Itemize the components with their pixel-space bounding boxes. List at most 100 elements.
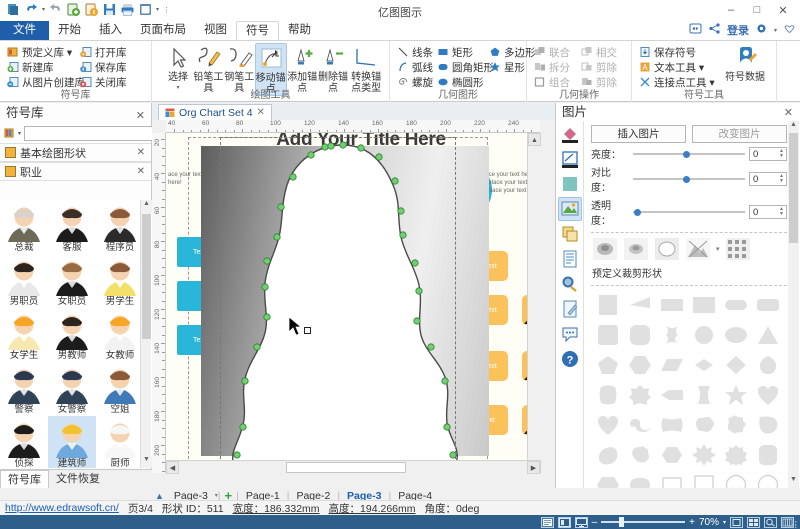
crop-remove-bg-icon[interactable] bbox=[685, 237, 711, 261]
theme-color-icon[interactable] bbox=[558, 172, 582, 196]
scrollbar-thumb[interactable] bbox=[286, 462, 406, 473]
crop-shape-cell[interactable] bbox=[688, 380, 720, 410]
crop-shape-cell[interactable] bbox=[688, 470, 720, 488]
crop-shape-cell[interactable] bbox=[656, 440, 688, 470]
panel-tab-file-recovery[interactable]: 文件恢复 bbox=[49, 470, 107, 488]
cmd-subtract[interactable]: 剪除 bbox=[579, 60, 626, 74]
cmd-split[interactable]: 拆分 bbox=[532, 60, 579, 74]
zoom-out-button[interactable]: – bbox=[592, 517, 598, 528]
btn-add-anchor[interactable]: 添加锚点 bbox=[287, 43, 318, 94]
tab-page-layout[interactable]: 页面布局 bbox=[131, 21, 195, 40]
crop-shape-cell[interactable] bbox=[624, 320, 656, 350]
zoom-dropdown-icon[interactable]: ▾ bbox=[723, 519, 726, 526]
btn-select[interactable]: 选择 ▾ bbox=[163, 43, 193, 94]
collapse-pages-icon[interactable]: ▲ bbox=[152, 491, 167, 501]
crop-dropdown-icon[interactable]: ▾ bbox=[716, 245, 720, 253]
crop-shape-cell[interactable] bbox=[752, 470, 784, 488]
btn-symbol-data[interactable]: 符号数据 bbox=[719, 43, 771, 83]
cmd-save-symbol[interactable]: 保存符号 bbox=[637, 45, 719, 59]
cmd-ellipse[interactable]: 椭圆形 bbox=[435, 75, 487, 89]
scroll-right-icon[interactable]: ▶ bbox=[527, 461, 540, 474]
symbol-female-clerk[interactable]: 女职员 bbox=[48, 254, 96, 308]
crop-shape-cell[interactable] bbox=[656, 380, 688, 410]
crop-shape-cell[interactable] bbox=[592, 470, 624, 488]
symbol-male-student[interactable]: 男学生 bbox=[96, 254, 144, 308]
cmd-union[interactable]: 联合 bbox=[532, 45, 579, 59]
crop-shape-cell[interactable] bbox=[592, 320, 624, 350]
page-setup-icon[interactable] bbox=[558, 247, 582, 271]
crop-shape-cell[interactable] bbox=[688, 440, 720, 470]
cmd-new-library[interactable]: 新建库 bbox=[5, 60, 78, 74]
comment-note-icon[interactable] bbox=[558, 297, 582, 321]
tab-view[interactable]: 视图 bbox=[195, 21, 236, 40]
crop-shape-cell[interactable] bbox=[752, 290, 784, 320]
change-image-button[interactable]: 改变图片 bbox=[692, 125, 787, 143]
scrollbar-thumb[interactable] bbox=[789, 133, 798, 243]
brightness-value[interactable]: 0▲▼ bbox=[749, 147, 787, 161]
cmd-line[interactable]: 线条 bbox=[395, 45, 435, 59]
crop-pattern-icon[interactable] bbox=[725, 237, 751, 261]
zoom-tool-icon[interactable] bbox=[764, 517, 777, 528]
search-input[interactable] bbox=[24, 126, 173, 141]
crop-shape-cell[interactable] bbox=[624, 380, 656, 410]
crop-shape-cell[interactable] bbox=[688, 350, 720, 380]
settings-dropdown-icon[interactable]: ▾ bbox=[774, 27, 777, 34]
symbol-male-clerk[interactable]: 男职员 bbox=[0, 254, 48, 308]
crop-shape-cell[interactable] bbox=[624, 350, 656, 380]
symbol-grid-scrollbar[interactable]: ▲ ▼ bbox=[140, 200, 151, 468]
document-tab[interactable]: Org Chart Set 4 ✕ bbox=[158, 104, 272, 120]
crop-shape-cell[interactable] bbox=[752, 380, 784, 410]
login-link[interactable]: 登录 bbox=[727, 22, 749, 38]
symbol-policewoman[interactable]: 女警察 bbox=[48, 362, 96, 416]
drag-handle[interactable] bbox=[304, 327, 311, 334]
crop-shape-cell[interactable] bbox=[688, 410, 720, 440]
crop-shape-cell[interactable] bbox=[752, 410, 784, 440]
presentation-view-icon[interactable] bbox=[575, 517, 588, 528]
cmd-trim[interactable]: 剪除 bbox=[579, 75, 626, 89]
crop-shape-cell[interactable] bbox=[592, 440, 624, 470]
website-link[interactable]: http://www.edrawsoft.cn/ bbox=[5, 502, 119, 514]
crop-shape-cell[interactable] bbox=[592, 290, 624, 320]
scroll-up-icon[interactable]: ▲ bbox=[528, 133, 541, 146]
close-icon[interactable]: ✕ bbox=[136, 106, 145, 126]
symbol-male-teacher[interactable]: 男教师 bbox=[48, 308, 96, 362]
crop-shape-cell[interactable] bbox=[624, 410, 656, 440]
crop-shape-cell[interactable] bbox=[656, 470, 688, 488]
btn-move-anchor[interactable]: 移动锚点 bbox=[255, 43, 287, 96]
tab-file[interactable]: 文件 bbox=[0, 21, 49, 40]
crop-oval-mask-icon[interactable] bbox=[654, 237, 680, 261]
cloud-share-icon[interactable] bbox=[689, 22, 702, 38]
maximize-button[interactable]: □ bbox=[744, 2, 770, 18]
crop-shape-cell[interactable] bbox=[624, 440, 656, 470]
symbol-flight-attendant[interactable]: 空姐 bbox=[96, 362, 144, 416]
close-button[interactable]: ✕ bbox=[770, 2, 796, 18]
crop-shape-cell[interactable] bbox=[656, 290, 688, 320]
symbol-female-student[interactable]: 女学生 bbox=[0, 308, 48, 362]
cmd-create-library-from-image[interactable]: 从图片创建库 bbox=[5, 75, 78, 89]
normal-view-icon[interactable] bbox=[541, 517, 554, 528]
insert-image-button[interactable]: 插入图片 bbox=[591, 125, 686, 143]
cmd-combine[interactable]: 组合 bbox=[532, 75, 579, 89]
scroll-left-icon[interactable]: ◀ bbox=[166, 461, 179, 474]
symbol-ceo[interactable]: 总裁 bbox=[0, 200, 48, 254]
picture-panel-scrollbar[interactable]: ▲ ▼ bbox=[788, 121, 799, 488]
transparency-slider[interactable] bbox=[633, 207, 745, 217]
close-icon[interactable]: ✕ bbox=[257, 107, 265, 118]
symbol-customer-service[interactable]: 客服 bbox=[48, 200, 96, 254]
cmd-rounded-rectangle[interactable]: 圆角矩形 bbox=[435, 60, 487, 74]
page-view-icon[interactable] bbox=[558, 517, 571, 528]
symbol-female-teacher[interactable]: 女教师 bbox=[96, 308, 144, 362]
panel-tab-symbol-library[interactable]: 符号库 bbox=[0, 470, 49, 488]
crop-shape-cell[interactable] bbox=[656, 320, 688, 350]
crop-shape-cell[interactable] bbox=[688, 290, 720, 320]
brightness-slider[interactable] bbox=[633, 149, 745, 159]
cmd-open-library[interactable]: 打开库 bbox=[78, 45, 146, 59]
crop-shape-cell[interactable] bbox=[752, 320, 784, 350]
symbol-chef[interactable]: 厨师 bbox=[96, 416, 144, 468]
zoom-in-button[interactable]: + bbox=[689, 517, 695, 528]
library-basic-shapes[interactable]: 基本绘图形状 ✕ bbox=[0, 143, 151, 162]
minimize-button[interactable]: – bbox=[718, 2, 744, 18]
crop-shape-cell[interactable] bbox=[592, 350, 624, 380]
ribbon-collapse-icon[interactable] bbox=[783, 22, 796, 38]
crop-shape-cell[interactable] bbox=[720, 320, 752, 350]
